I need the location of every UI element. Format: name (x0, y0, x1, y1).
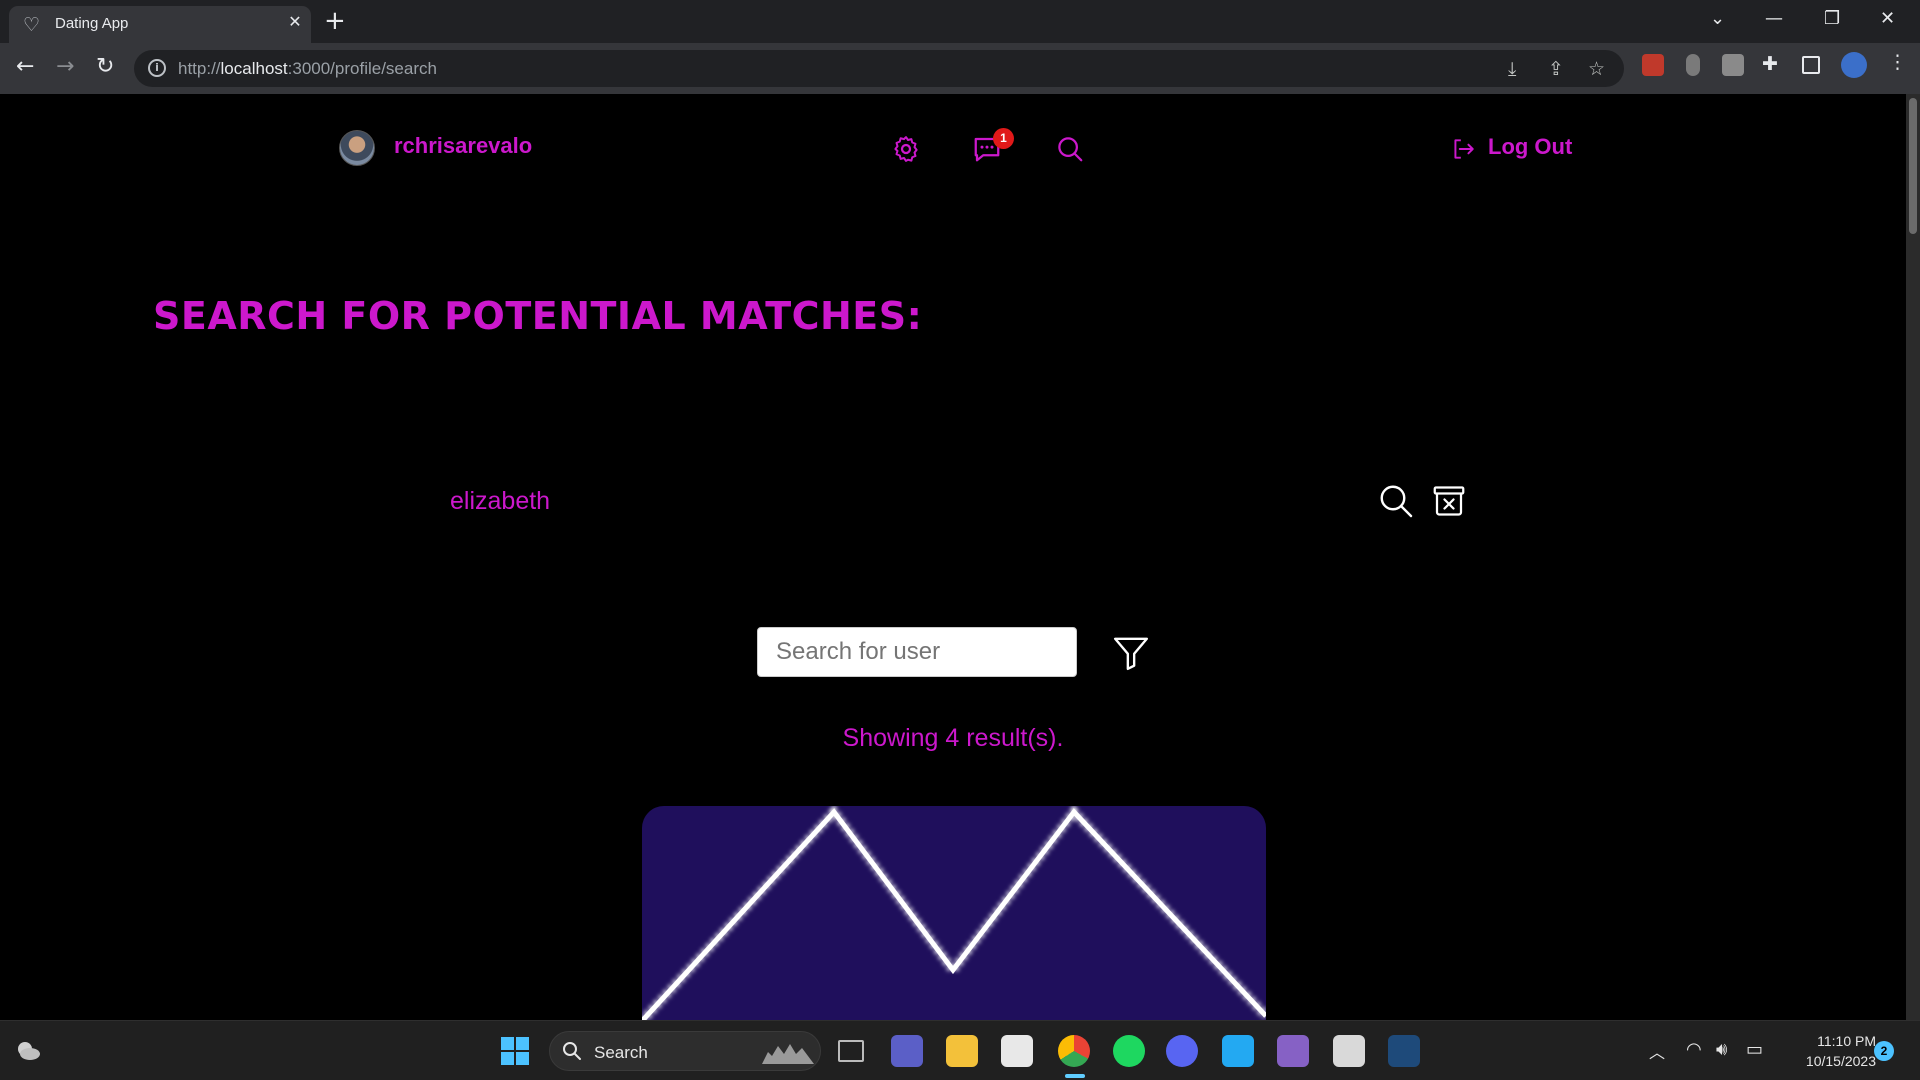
bookmark-star-icon[interactable]: ☆ (1588, 58, 1605, 80)
microsoft-store-icon[interactable] (1001, 1035, 1033, 1067)
extension-red-icon[interactable] (1642, 54, 1664, 76)
run-saved-search-icon[interactable] (1378, 483, 1414, 519)
back-button[interactable]: ← (16, 55, 34, 79)
tab-close-icon[interactable]: ✕ (285, 12, 305, 32)
search-highlight-illustration-icon (762, 1044, 814, 1064)
zigzag-placeholder-image (642, 806, 1266, 1020)
snipping-tool-icon[interactable] (1333, 1035, 1365, 1067)
app-navbar: rchrisarevalo 1 Log Out (0, 94, 1906, 204)
share-icon[interactable]: ⇪ (1548, 58, 1564, 80)
taskbar-clock[interactable]: 11:10 PM 10/15/2023 (1786, 1031, 1876, 1071)
chrome-icon[interactable] (1058, 1035, 1090, 1067)
page-title: SEARCH FOR POTENTIAL MATCHES: (153, 294, 923, 338)
mysql-workbench-icon[interactable] (1388, 1035, 1420, 1067)
message-count-badge: 1 (993, 128, 1014, 149)
close-window-button[interactable]: ✕ (1880, 8, 1895, 29)
browser-tab[interactable]: ♡ Dating App ✕ (9, 6, 311, 43)
file-explorer-icon[interactable] (946, 1035, 978, 1067)
user-search-input[interactable] (757, 627, 1077, 677)
install-app-icon[interactable]: ⤓ (1508, 58, 1516, 80)
browser-menu-icon[interactable]: ⋮ (1888, 51, 1907, 73)
volume-icon[interactable]: 🔊︎ (1716, 1039, 1727, 1060)
clock-time: 11:10 PM (1817, 1033, 1876, 1049)
saved-search-term[interactable]: elizabeth (450, 487, 550, 516)
forward-button[interactable]: → (56, 55, 74, 79)
windows-start-icon[interactable] (500, 1036, 530, 1066)
logout-icon (1454, 139, 1474, 159)
url-text[interactable]: http://localhost:3000/profile/search (178, 59, 437, 79)
search-nav-icon[interactable] (1055, 134, 1085, 164)
notification-count-badge[interactable]: 2 (1874, 1041, 1894, 1061)
weather-cloud-icon[interactable] (14, 1038, 42, 1062)
browser-toolbar: ← → ↻ i http://localhost:3000/profile/se… (0, 43, 1920, 94)
new-tab-button[interactable]: + (324, 8, 346, 34)
side-panel-icon[interactable] (1802, 56, 1820, 74)
restore-button[interactable]: ❐ (1824, 8, 1840, 29)
windows-taskbar: Search ︿ ◠ 🔊︎ ▭ 11:10 PM 10/15/2023 2 (0, 1020, 1920, 1080)
username-link[interactable]: rchrisarevalo (394, 133, 532, 159)
taskbar-search-box[interactable]: Search (549, 1031, 821, 1071)
heart-outline-icon: ♡ (23, 14, 41, 36)
browser-tab-bar: ♡ Dating App ✕ + ⌄ — ❐ ✕ (0, 0, 1920, 43)
battery-icon[interactable]: ▭ (1746, 1039, 1763, 1060)
extension-letter-icon[interactable] (1722, 54, 1744, 76)
spotify-icon[interactable] (1113, 1035, 1145, 1067)
filter-funnel-icon[interactable] (1112, 634, 1150, 672)
settings-gear-icon[interactable] (891, 134, 921, 164)
extensions-puzzle-icon[interactable]: ✚ (1762, 53, 1778, 75)
wifi-icon[interactable]: ◠ (1686, 1039, 1702, 1060)
extension-gray-icon[interactable] (1686, 54, 1700, 76)
site-info-icon[interactable]: i (148, 59, 166, 77)
visual-studio-icon[interactable] (1277, 1035, 1309, 1067)
page-scrollbar[interactable] (1906, 94, 1920, 1020)
profile-card-image[interactable] (642, 806, 1266, 1020)
logout-label: Log Out (1488, 134, 1573, 159)
taskbar-search-label: Search (594, 1043, 648, 1062)
user-avatar[interactable] (339, 130, 375, 166)
teams-meet-icon[interactable] (891, 1035, 923, 1067)
tab-title: Dating App (55, 15, 129, 32)
scrollbar-thumb[interactable] (1909, 98, 1917, 234)
profile-avatar-icon[interactable] (1841, 52, 1867, 78)
clock-date: 10/15/2023 (1805, 1053, 1876, 1069)
tab-search-icon[interactable]: ⌄ (1710, 8, 1725, 29)
task-view-icon[interactable] (838, 1040, 864, 1062)
show-hidden-icons-icon[interactable]: ︿ (1649, 1039, 1665, 1063)
vscode-icon[interactable] (1222, 1035, 1254, 1067)
taskbar-search-icon (563, 1042, 581, 1060)
active-app-indicator (1065, 1074, 1085, 1078)
minimize-button[interactable]: — (1765, 8, 1783, 29)
delete-saved-search-icon[interactable] (1431, 483, 1467, 519)
address-bar[interactable]: i http://localhost:3000/profile/search ⤓… (134, 50, 1624, 87)
result-count-text: Showing 4 result(s). (842, 724, 1064, 752)
discord-icon[interactable] (1166, 1035, 1198, 1067)
page-content: rchrisarevalo 1 Log Out SEARCH FOR POTEN… (0, 94, 1906, 1020)
reload-button[interactable]: ↻ (96, 55, 114, 79)
